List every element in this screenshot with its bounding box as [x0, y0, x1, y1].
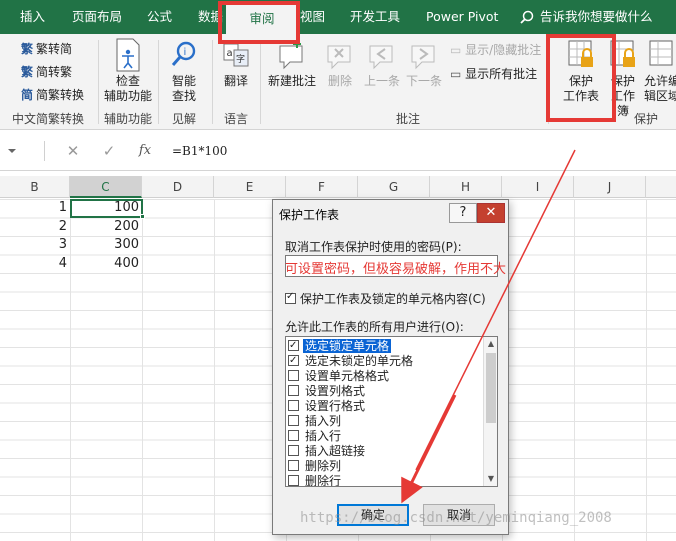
annotation-arrows [401, 149, 576, 504]
arrow-to-protect-sheet [415, 149, 576, 471]
arrow-to-ok-button [401, 394, 457, 504]
watermark-text: https://blog.csdn.net/yeminqiang_2008 [300, 510, 612, 526]
